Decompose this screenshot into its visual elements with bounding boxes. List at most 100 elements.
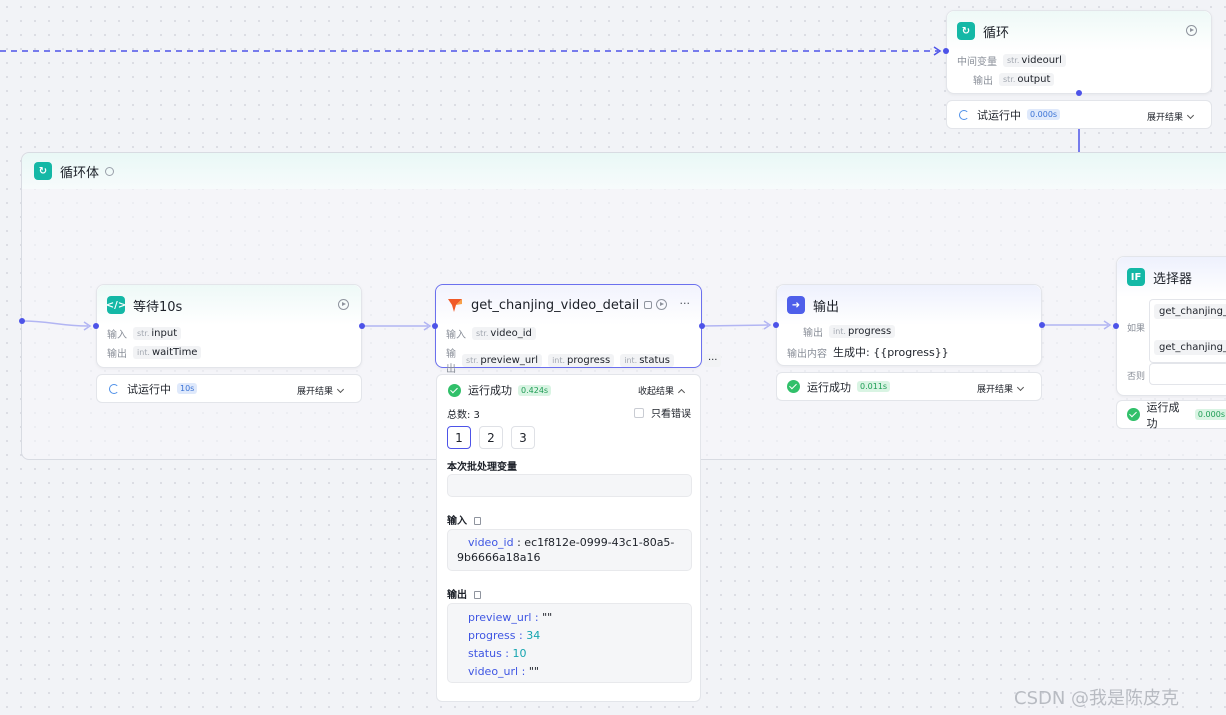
- output-node-title: 输出: [813, 299, 840, 315]
- output-node-input-port[interactable]: [773, 322, 779, 328]
- else-box: [1149, 363, 1226, 385]
- output-expand-button[interactable]: 展开结果: [977, 382, 1025, 395]
- selector-status-bar: 运行成功 0.000s: [1116, 400, 1226, 430]
- input-json-box: video_id : ec1f812e-0999-43c1-80a5- 9b66…: [447, 529, 692, 571]
- output-node[interactable]: ➜ 输出 输出 int. progress 输出内容 生成中: {{progres…: [773, 284, 1045, 366]
- loop-mid-var-row: 中间变量 str. videourl: [957, 53, 1066, 68]
- loop-body-header[interactable]: ↻ 循环体: [22, 153, 1226, 189]
- plugin-logo-icon: [446, 296, 464, 314]
- plugin-node[interactable]: get_chanjing_video_detail ··· 输入 str. vid…: [432, 284, 722, 375]
- output-title: 输出: [447, 586, 481, 601]
- plugin-status-row: 运行成功 0.424s: [448, 382, 552, 398]
- output-status-bar: 运行成功 0.011s 展开结果: [776, 372, 1042, 401]
- output-item: status : 10: [468, 647, 527, 660]
- output-var-row: 输出 int. progress: [803, 324, 896, 339]
- wait-node-title: 等待10s: [133, 299, 183, 315]
- input-pill: str. video_id: [472, 327, 536, 340]
- output-var-pill: int. progress: [829, 325, 896, 338]
- wait-node[interactable]: </> 等待10s 输入 str. input 输出 int. waitTime: [93, 284, 365, 368]
- input-pill: str. input: [133, 327, 182, 340]
- plugin-output-port[interactable]: [699, 323, 705, 329]
- output-icon: ➜: [787, 296, 805, 314]
- loop-status-text: 试运行中: [977, 108, 1021, 122]
- plugin-input-port[interactable]: [432, 323, 438, 329]
- loop-icon: ↻: [957, 22, 975, 40]
- copy-icon[interactable]: [474, 591, 481, 599]
- mid-var-label: 中间变量: [957, 57, 997, 68]
- loop-start-port[interactable]: [19, 318, 25, 324]
- run-icon[interactable]: [656, 299, 667, 310]
- output-item: progress : 34: [468, 629, 541, 642]
- loading-icon: [109, 383, 119, 394]
- run-icon[interactable]: [338, 299, 349, 310]
- input-key: video_id: [468, 536, 514, 549]
- condition-1[interactable]: get_chanjing_vi: [1154, 304, 1226, 319]
- wait-time-badge: 10s: [177, 383, 198, 394]
- else-label: 否则: [1127, 372, 1146, 382]
- batch-var-title: 本次批处理变量: [447, 462, 517, 473]
- more-outputs-button[interactable]: ···: [703, 353, 722, 367]
- plugin-output-row: 输出 str. preview_url int. progress int. stat…: [446, 345, 722, 375]
- selector-input-port[interactable]: [1113, 323, 1119, 329]
- output-pill: int. waitTime: [133, 346, 202, 359]
- copy-icon[interactable]: [474, 517, 481, 525]
- total-count: 总数: 3: [447, 410, 480, 421]
- batch-tab-1[interactable]: 1: [447, 426, 471, 449]
- chevron-down-icon: [336, 385, 345, 393]
- plugin-result-panel: 运行成功 0.424s 收起结果 总数: 3 只看错误 1 2 3 本次批处理变…: [436, 374, 701, 702]
- wait-output-row: 输出 int. waitTime: [107, 345, 202, 360]
- output-pill: str. output: [999, 73, 1055, 86]
- success-icon: [448, 383, 461, 397]
- selector-node-header: IF 选择器: [1117, 257, 1226, 297]
- plugin-time-badge: 0.424s: [518, 384, 552, 396]
- output-node-output-port[interactable]: [1039, 322, 1045, 328]
- checkbox[interactable]: [634, 407, 644, 418]
- selector-status-text: 运行成功: [1146, 400, 1180, 430]
- loop-node[interactable]: ↻ 循环 中间变量 str. videourl 输出 str. output: [943, 10, 1212, 96]
- condition-group[interactable]: get_chanjing_vi get_chanjing_vi: [1149, 299, 1226, 363]
- plugin-status-text: 运行成功: [468, 384, 512, 397]
- code-icon: </>: [106, 296, 126, 314]
- input-value: ec1f812e-0999-43c1-80a5-: [524, 536, 675, 549]
- batch-tab-3[interactable]: 3: [511, 426, 535, 449]
- wait-status-text: 试运行中: [127, 382, 171, 396]
- output-pill: int. status: [620, 353, 674, 367]
- collapse-result-button[interactable]: 收起结果: [638, 384, 686, 397]
- plugin-badge-icon: [644, 301, 653, 309]
- success-icon: [1127, 408, 1140, 421]
- output-time-badge: 0.011s: [857, 381, 891, 392]
- loop-input-port[interactable]: [943, 48, 949, 54]
- loop-time-badge: 0.000s: [1027, 109, 1061, 120]
- chevron-down-icon: [1186, 111, 1195, 119]
- batch-tab-2[interactable]: 2: [479, 426, 503, 449]
- chevron-down-icon: [1016, 383, 1025, 391]
- wait-input-port[interactable]: [93, 323, 99, 329]
- loop-output-port[interactable]: [1076, 90, 1082, 96]
- wait-output-port[interactable]: [359, 323, 365, 329]
- loop-node-header: ↻ 循环: [947, 11, 1211, 51]
- output-item: video_url : "": [468, 665, 539, 678]
- more-icon[interactable]: ···: [680, 297, 691, 310]
- output-item: preview_url : "": [468, 611, 553, 624]
- loop-body-title: 循环体: [60, 165, 100, 181]
- only-errors-toggle[interactable]: 只看错误: [634, 405, 691, 420]
- condition-2[interactable]: get_chanjing_vi: [1154, 340, 1226, 355]
- info-icon: [105, 166, 115, 176]
- wait-node-header: </> 等待10s: [97, 285, 361, 325]
- selector-node[interactable]: IF 选择器 如果 get_chanjing_vi get_chanjing_v…: [1113, 256, 1226, 396]
- output-status-text: 运行成功: [807, 380, 851, 394]
- loop-output-row: 输出 str. output: [973, 72, 1055, 87]
- watermark: CSDN @我是陈皮克: [1014, 688, 1180, 709]
- chevron-up-icon: [677, 388, 686, 396]
- output-label: 输出: [973, 76, 993, 87]
- input-title: 输入: [447, 512, 481, 527]
- if-label: 如果: [1127, 324, 1146, 334]
- plugin-input-row: 输入 str. video_id: [446, 326, 536, 341]
- loop-node-title: 循环: [983, 25, 1010, 41]
- loop-expand-button[interactable]: 展开结果: [1147, 110, 1195, 123]
- selector-time-badge: 0.000s: [1194, 409, 1226, 420]
- output-node-header: ➜ 输出: [777, 285, 1041, 325]
- run-icon[interactable]: [1186, 25, 1197, 36]
- plugin-node-header: get_chanjing_video_detail ···: [436, 285, 701, 325]
- wait-expand-button[interactable]: 展开结果: [297, 384, 345, 397]
